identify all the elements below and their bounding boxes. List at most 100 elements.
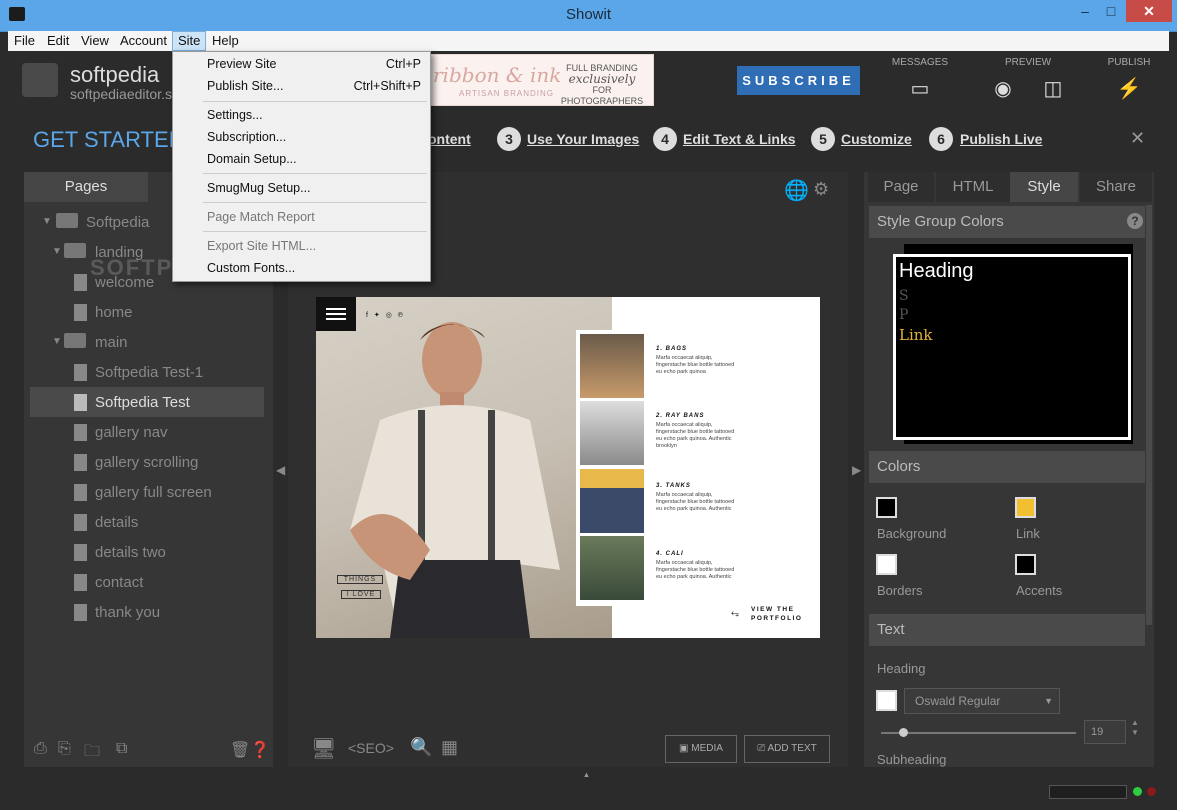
font-size-stepper-icon[interactable]: ▲ ▼ [1131, 718, 1139, 738]
tree-item-main[interactable]: main [95, 334, 128, 354]
page-icon [74, 484, 87, 501]
menu-help[interactable]: Help [207, 31, 244, 51]
ad-banner[interactable]: ribbon & ink ARTISAN BRANDING FULL BRAND… [428, 54, 654, 106]
minimize-button[interactable]: – [1072, 0, 1098, 22]
font-size-input[interactable]: 19 [1084, 720, 1126, 744]
tab-html[interactable]: HTML [936, 172, 1010, 202]
tree-item-softpedia[interactable]: Softpedia [86, 214, 149, 234]
add-document-icon[interactable]: ⎘ [58, 740, 71, 758]
heading-font-select[interactable]: Oswald Regular ▼ [904, 688, 1060, 714]
thumb-ray-bans[interactable] [580, 401, 644, 465]
inbox-icon[interactable]: ▭ [905, 76, 935, 101]
menu-separator [203, 173, 427, 174]
tab-share[interactable]: Share [1080, 172, 1152, 202]
tab-style[interactable]: Style [1010, 172, 1078, 202]
tree-item-softpedia-test-1[interactable]: Softpedia Test-1 [95, 364, 203, 384]
tree-item-contact[interactable]: contact [95, 574, 143, 594]
duplicate-page-icon[interactable]: ⧉ [116, 740, 127, 758]
step-use-images-link[interactable]: Use Your Images [527, 131, 639, 147]
menu-edit[interactable]: Edit [42, 31, 74, 51]
menu-item-smugmug-setup[interactable]: SmugMug Setup... [207, 177, 407, 199]
step-6-badge: 6 [929, 127, 953, 151]
collapse-right-arrow-icon[interactable]: ▶ [852, 463, 861, 477]
close-window-button[interactable]: ✕ [1126, 0, 1172, 22]
close-get-started-button[interactable]: ✕ [1130, 128, 1145, 149]
help-icon[interactable]: ? [1127, 213, 1143, 229]
thumb-bags[interactable] [580, 334, 644, 398]
media-button[interactable]: ▣ MEDIA [665, 735, 737, 763]
tree-item-gallery-full-screen[interactable]: gallery full screen [95, 484, 212, 504]
menu-item-settings[interactable]: Settings... [207, 104, 407, 126]
zoom-icon[interactable]: 🔍 [410, 737, 432, 758]
seo-button[interactable]: <SEO> [348, 740, 394, 756]
menu-account[interactable]: Account [115, 31, 172, 51]
tree-item-gallery-nav[interactable]: gallery nav [95, 424, 168, 444]
tree-item-home[interactable]: home [95, 304, 133, 324]
item-body: Marfa occaecat aliquip, fingerstache blu… [656, 560, 735, 580]
site-url: softpediaeditor.s [70, 86, 172, 102]
tree-item-details[interactable]: details [95, 514, 138, 534]
collapse-left-arrow-icon[interactable]: ◀ [276, 463, 285, 477]
step-edit-text-link[interactable]: Edit Text & Links [683, 131, 796, 147]
page-icon [74, 304, 87, 321]
step-add-content-link[interactable]: ontent [428, 131, 471, 147]
tab-page[interactable]: Page [868, 172, 934, 202]
collapse-caret-icon[interactable]: ▼ [52, 246, 62, 257]
step-customize-link[interactable]: Customize [841, 131, 912, 147]
font-size-slider[interactable] [881, 732, 1076, 734]
grid-icon[interactable]: ▦ [441, 737, 458, 758]
tree-item-thank-you[interactable]: thank you [95, 604, 160, 624]
add-text-button[interactable]: ⎚ ADD TEXT [744, 735, 830, 763]
thumb-tanks[interactable] [580, 469, 644, 533]
subscribe-button[interactable]: SUBSCRIBE [737, 66, 860, 95]
add-folder-icon[interactable]: 🗀 [84, 740, 100, 767]
background-label: Background [877, 526, 947, 541]
accents-color-swatch[interactable] [1015, 554, 1036, 575]
menu-item-subscription[interactable]: Subscription... [207, 126, 407, 148]
site-name: softpedia [70, 62, 160, 87]
tree-item-details-two[interactable]: details two [95, 544, 166, 564]
view-portfolio-line: PORTFOLIO [751, 615, 803, 622]
step-3-badge: 3 [497, 127, 521, 151]
page-icon [74, 604, 87, 621]
heading-color-swatch[interactable] [876, 690, 897, 711]
font-size-slider-thumb[interactable] [899, 728, 908, 737]
step-publish-live-link[interactable]: Publish Live [960, 131, 1042, 147]
preview-label: PREVIEW [1004, 57, 1052, 68]
device-preview-icon[interactable]: ◫ [1038, 76, 1068, 101]
menu-site[interactable]: Site [172, 31, 207, 51]
globe-icon[interactable]: 🌐 [784, 178, 809, 203]
help-icon[interactable]: ❓ [250, 740, 270, 760]
link-color-swatch[interactable] [1015, 497, 1036, 518]
menu-item-domain-setup[interactable]: Domain Setup... [207, 148, 407, 170]
trash-icon[interactable]: 🗑 [230, 740, 250, 760]
menu-item-preview-site[interactable]: Preview Site Ctrl+P [207, 53, 421, 75]
social-icons[interactable]: f ✦ ◎ ℗ [366, 311, 405, 319]
item-title: 2. RAY BANS [656, 413, 705, 419]
desktop-view-icon[interactable]: 🖥 [311, 736, 336, 761]
maximize-button[interactable]: □ [1098, 0, 1124, 22]
menu-view[interactable]: View [76, 31, 114, 51]
collapse-caret-icon[interactable]: ▼ [42, 216, 52, 227]
heading-label: Heading [877, 661, 926, 676]
borders-color-swatch[interactable] [876, 554, 897, 575]
tree-item-gallery-scrolling[interactable]: gallery scrolling [95, 454, 198, 474]
add-page-icon[interactable]: ⎙ [34, 740, 47, 758]
tab-pages[interactable]: Pages [24, 172, 148, 202]
menu-file[interactable]: File [9, 31, 40, 51]
style-panel-scrollbar[interactable] [1146, 205, 1152, 625]
thumb-cali[interactable] [580, 536, 644, 600]
background-color-swatch[interactable] [876, 497, 897, 518]
eye-icon[interactable]: ◉ [988, 76, 1018, 101]
menu-item-publish-site[interactable]: Publish Site... Ctrl+Shift+P [207, 75, 421, 97]
gear-icon[interactable]: ⚙ [813, 179, 829, 200]
view-portfolio-line: VIEW THE [751, 606, 795, 613]
subheading-label: Subheading [877, 752, 947, 767]
menu-item-custom-fonts[interactable]: Custom Fonts... [207, 257, 407, 279]
preview-paragraph: P [899, 307, 909, 323]
lightning-icon[interactable]: ⚡ [1114, 76, 1144, 101]
view-portfolio-link[interactable]: VIEW THE PORTFOLIO [751, 605, 802, 623]
tree-item-softpedia-test[interactable]: Softpedia Test [95, 394, 190, 414]
collapse-caret-icon[interactable]: ▼ [52, 336, 62, 347]
item-body: Marfa occaecat aliquip, fingerstache blu… [656, 422, 735, 449]
